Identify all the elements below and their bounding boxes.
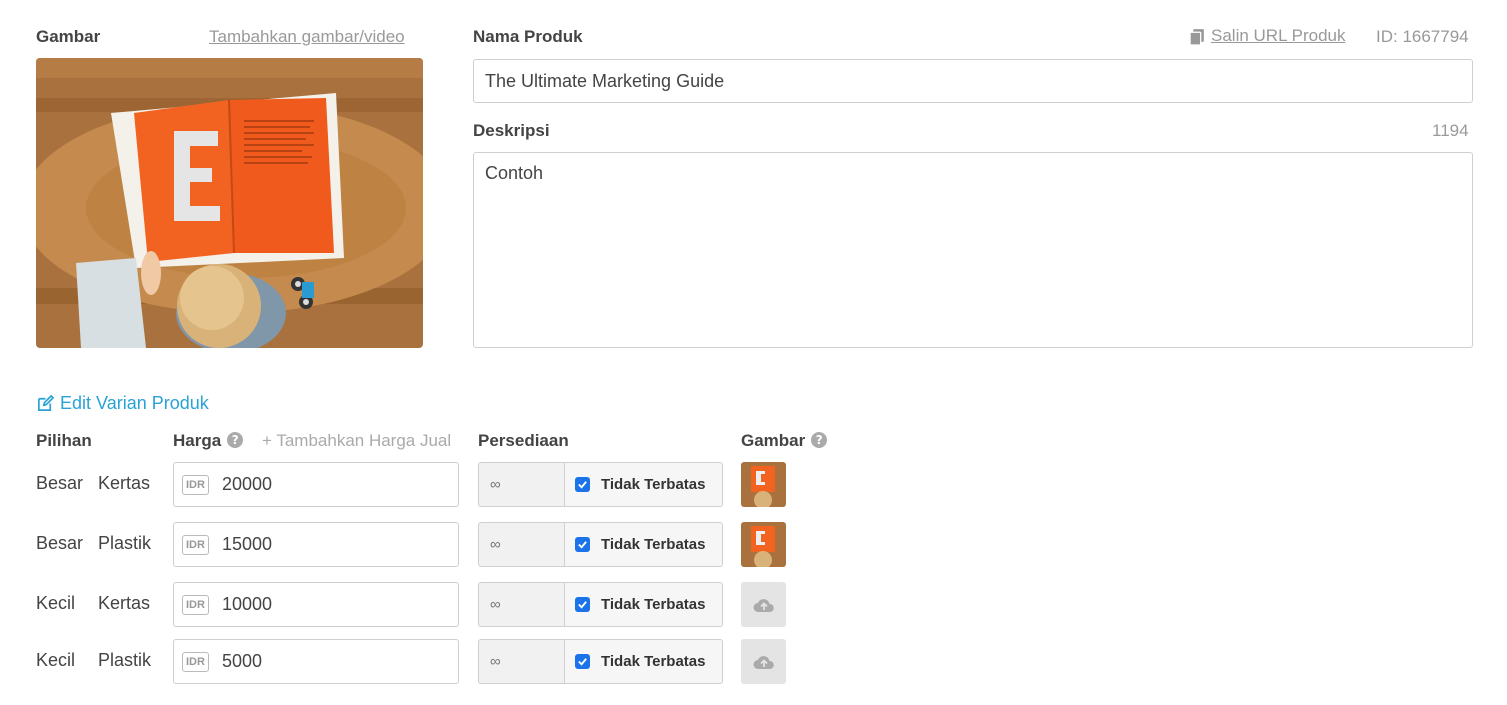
unlimited-checkbox[interactable]: Tidak Terbatas xyxy=(564,639,723,684)
help-icon[interactable]: ? xyxy=(811,432,828,448)
price-value: 20000 xyxy=(221,474,273,494)
variant-material: Plastik xyxy=(98,650,152,670)
cloud-upload-icon xyxy=(753,655,774,669)
edit-icon xyxy=(37,395,54,412)
price-input[interactable]: IDR 15000 xyxy=(173,522,459,567)
header-price-label: Harga xyxy=(173,431,222,450)
copy-url-link[interactable]: Salin URL Produk xyxy=(1189,26,1346,46)
add-image-link[interactable]: Tambahkan gambar/video xyxy=(209,27,405,47)
add-sell-price-link[interactable]: + Tambahkan Harga Jual xyxy=(262,431,451,451)
product-id: ID: 1667794 xyxy=(1376,27,1469,46)
variant-material: Plastik xyxy=(98,533,152,553)
variant-size: Besar xyxy=(36,533,84,553)
product-photo xyxy=(36,58,423,348)
check-icon xyxy=(575,537,590,552)
help-icon[interactable]: ? xyxy=(227,432,244,448)
stock-input[interactable]: ∞ xyxy=(478,522,565,567)
upload-image-button[interactable] xyxy=(741,639,786,684)
unlimited-checkbox[interactable]: Tidak Terbatas xyxy=(564,462,723,507)
upload-image-button[interactable] xyxy=(741,582,786,627)
variant-size: Kecil xyxy=(36,593,76,613)
price-value: 10000 xyxy=(221,594,273,614)
currency-badge: IDR xyxy=(182,474,209,495)
header-image-label: Gambar xyxy=(741,431,806,450)
variant-material: Kertas xyxy=(98,593,151,613)
unlimited-checkbox[interactable]: Tidak Terbatas xyxy=(564,522,723,567)
image-label: Gambar xyxy=(36,27,101,46)
price-input[interactable]: IDR 20000 xyxy=(173,462,459,507)
cloud-upload-icon xyxy=(753,598,774,612)
currency-badge: IDR xyxy=(182,651,209,672)
variant-row: Kecil Plastik IDR 5000 ∞ Tidak Terbatas xyxy=(0,639,1507,685)
variant-row: Besar Kertas IDR 20000 ∞ Tidak Terbatas xyxy=(0,462,1507,508)
variant-material: Kertas xyxy=(98,473,151,493)
stock-input[interactable]: ∞ xyxy=(478,462,565,507)
stock-input[interactable]: ∞ xyxy=(478,582,565,627)
unlimited-label: Tidak Terbatas xyxy=(601,596,706,613)
check-icon xyxy=(575,654,590,669)
variant-row: Kecil Kertas IDR 10000 ∞ Tidak Terbatas xyxy=(0,582,1507,628)
variant-row: Besar Plastik IDR 15000 ∞ Tidak Terbatas xyxy=(0,522,1507,568)
unlimited-label: Tidak Terbatas xyxy=(601,536,706,553)
description-char-count: 1194 xyxy=(1432,121,1469,140)
check-icon xyxy=(575,477,590,492)
price-value: 5000 xyxy=(221,651,262,671)
price-input[interactable]: IDR 5000 xyxy=(173,639,459,684)
currency-badge: IDR xyxy=(182,534,209,555)
variant-image-thumbnail[interactable] xyxy=(741,462,786,507)
description-label: Deskripsi xyxy=(473,121,550,140)
product-name-label: Nama Produk xyxy=(473,27,583,46)
product-image[interactable] xyxy=(36,58,423,348)
price-value: 15000 xyxy=(221,534,273,554)
description-textarea[interactable]: Contoh xyxy=(473,152,1473,348)
header-price: Harga? xyxy=(173,431,244,451)
unlimited-label: Tidak Terbatas xyxy=(601,476,706,493)
unlimited-label: Tidak Terbatas xyxy=(601,653,706,670)
header-options: Pilihan xyxy=(36,431,92,450)
unlimited-checkbox[interactable]: Tidak Terbatas xyxy=(564,582,723,627)
header-image: Gambar? xyxy=(741,431,828,451)
stock-input[interactable]: ∞ xyxy=(478,639,565,684)
edit-variants-label: Edit Varian Produk xyxy=(60,393,209,413)
variant-size: Besar xyxy=(36,473,84,493)
edit-variants-link[interactable]: Edit Varian Produk xyxy=(36,393,209,414)
copy-icon xyxy=(1189,28,1204,45)
header-stock: Persediaan xyxy=(478,431,569,450)
check-icon xyxy=(575,597,590,612)
product-name-input[interactable]: The Ultimate Marketing Guide xyxy=(473,59,1473,103)
currency-badge: IDR xyxy=(182,594,209,615)
price-input[interactable]: IDR 10000 xyxy=(173,582,459,627)
copy-url-label: Salin URL Produk xyxy=(1211,26,1346,45)
variant-image-thumbnail[interactable] xyxy=(741,522,786,567)
variant-size: Kecil xyxy=(36,650,76,670)
